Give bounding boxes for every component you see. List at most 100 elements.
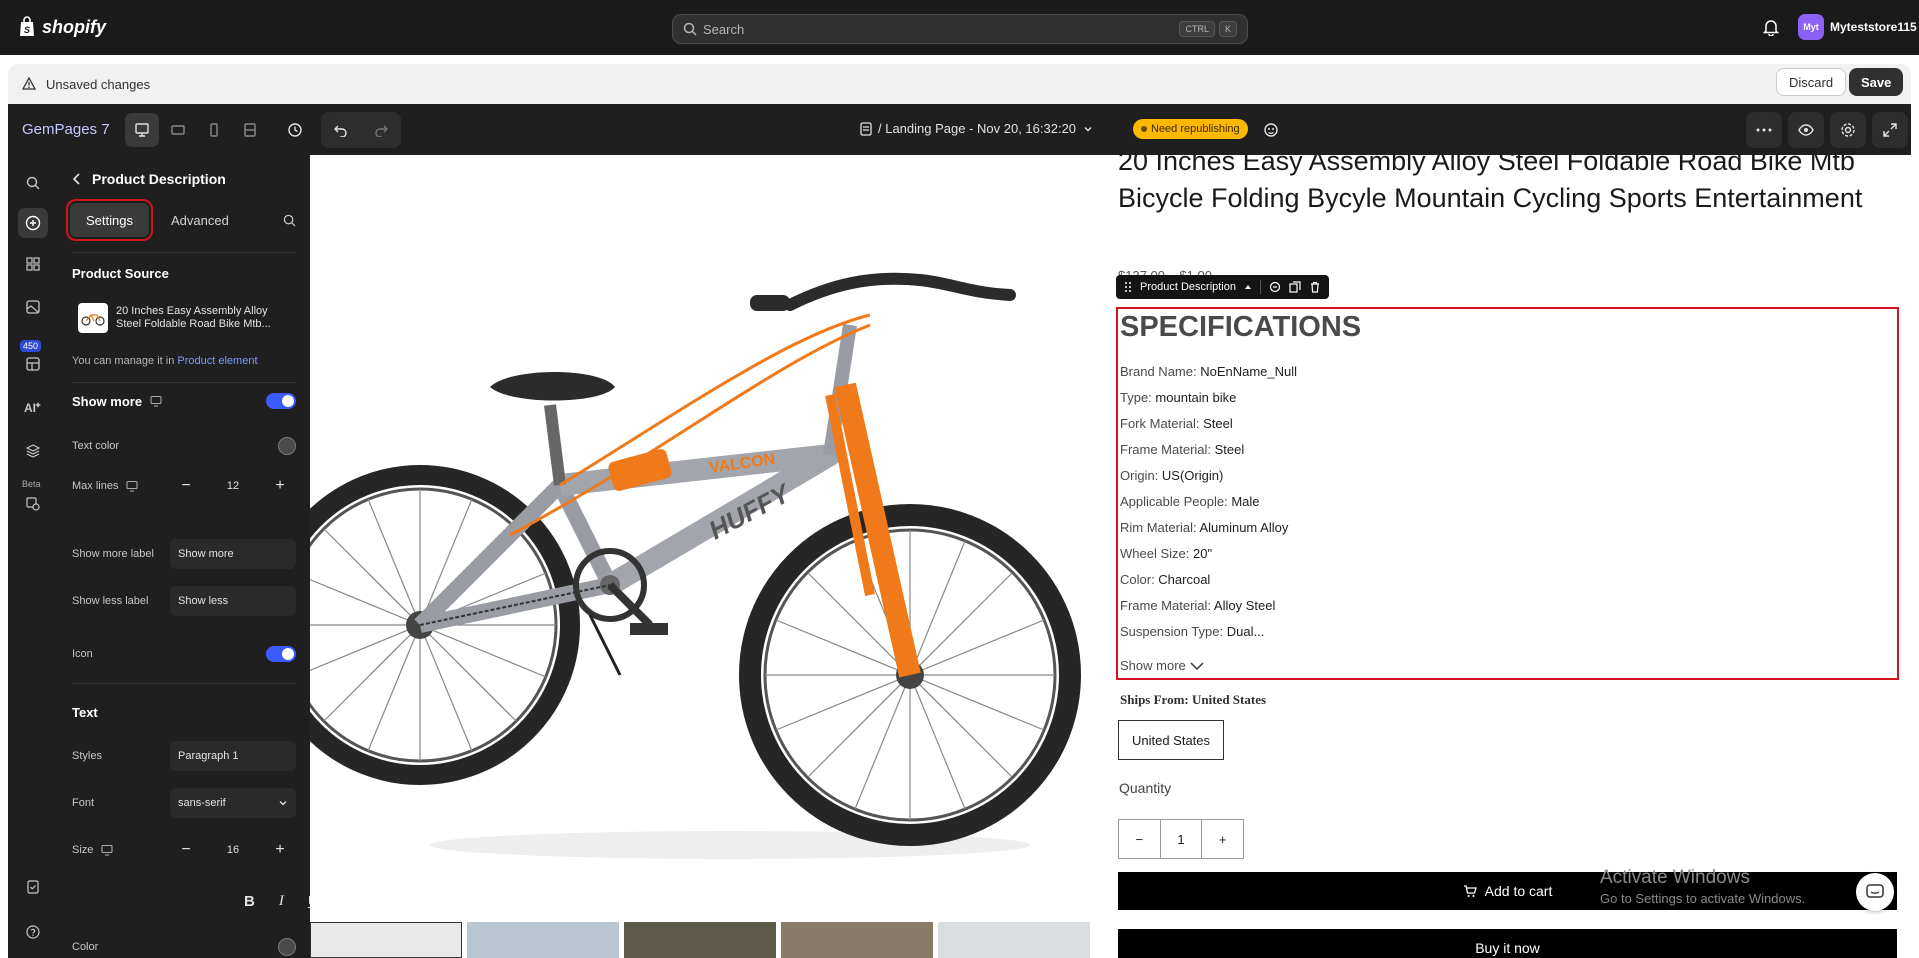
show-more-label-row: Show more label Show more [72,539,296,569]
sections-icon[interactable] [21,352,45,376]
styles-select[interactable]: Paragraph 1 [170,741,296,771]
product-description-block[interactable]: SPECIFICATIONS Brand Name: NoEnName_Null… [1116,307,1899,680]
store-menu[interactable]: Myt Myteststore115 [1798,14,1917,40]
icon-row: Icon [72,642,296,666]
quantity-input[interactable]: 1 [1159,820,1203,858]
italic-button[interactable]: I [279,893,284,910]
chat-support-icon[interactable] [1856,873,1894,911]
panel-search-icon[interactable] [283,214,296,227]
apps-grid-icon[interactable] [21,252,45,276]
tab-settings[interactable]: Settings [66,199,153,241]
text-color-label: Text color [72,440,120,452]
panel-header: Product Description [72,171,226,187]
divider [72,382,296,383]
search-icon[interactable] [21,171,45,195]
max-lines-value[interactable]: 12 [227,480,239,492]
mobile-view-icon[interactable] [197,113,231,147]
undo-icon[interactable] [321,112,361,148]
checklist-icon[interactable] [21,875,45,899]
chevron-down-icon [1084,126,1092,131]
spec-item: Applicable People: Male [1120,494,1260,509]
shopify-topbar: S shopify Search CTRL K Myt Myteststore1… [0,0,1919,55]
add-element-icon[interactable] [18,208,48,238]
preview-eye-icon[interactable] [1788,112,1824,148]
buy-now-button[interactable]: Buy it now [1118,929,1897,958]
trash-icon[interactable] [1309,281,1321,293]
ai-edit-icon[interactable] [1269,281,1281,293]
show-more-label-input[interactable]: Show more [170,539,296,569]
font-row: Font sans-serif [72,788,296,818]
quantity-increment-button[interactable]: + [1202,820,1243,858]
size-decrement-button[interactable]: − [176,841,196,859]
show-more-link[interactable]: Show more [1120,658,1204,673]
show-less-label-label: Show less label [72,595,149,607]
svg-text:S: S [24,25,30,35]
product-thumbnail-strip [310,922,1090,958]
manage-hint: You can manage it in Product element [72,355,258,367]
notifications-bell-icon[interactable] [1763,18,1779,36]
global-search[interactable]: Search CTRL K [672,14,1248,44]
templates-icon[interactable] [21,295,45,319]
history-icon[interactable] [278,113,312,147]
bold-button[interactable]: B [244,893,255,910]
element-toolbar-label[interactable]: Product Description [1140,281,1236,293]
size-increment-button[interactable]: + [270,841,290,859]
show-less-label-input[interactable]: Show less [170,586,296,616]
panel-title: Product Description [92,171,226,187]
gallery-thumbnail[interactable] [781,922,933,958]
layout-view-icon[interactable] [233,113,267,147]
product-element-link[interactable]: Product element [177,355,257,367]
show-more-toggle[interactable] [266,393,296,409]
caret-up-icon[interactable] [1244,283,1252,291]
icon-toggle[interactable] [266,646,296,662]
size-stepper: − 16 + [170,835,296,865]
gempages-toolbar: GemPages 7 / Landing Page - Nov 20, 16:3… [8,104,1911,155]
help-icon[interactable] [21,920,45,944]
redo-icon[interactable] [361,112,401,148]
gallery-thumbnail[interactable] [467,922,619,958]
ai-assistant-icon[interactable] [1254,113,1288,147]
store-avatar: Myt [1798,14,1824,40]
warning-icon [22,77,36,90]
gallery-thumbnail[interactable] [938,922,1090,958]
add-to-cart-label: Add to cart [1484,883,1553,899]
fullscreen-expand-icon[interactable] [1872,112,1908,148]
font-select[interactable]: sans-serif [170,788,296,818]
drag-handle-icon[interactable] [1124,281,1132,293]
styles-row: Styles Paragraph 1 [72,741,296,771]
settings-gear-icon[interactable] [1830,112,1866,148]
spec-item: Frame Material: Steel [1120,442,1245,457]
shopify-logo[interactable]: S shopify [18,16,106,38]
text-color-swatch[interactable] [278,437,296,455]
size-value[interactable]: 16 [227,844,239,856]
specifications-list: Brand Name: NoEnName_Null Type: mountain… [1120,359,1297,645]
max-lines-decrement-button[interactable]: − [176,477,196,495]
ai-icon[interactable]: AI [21,395,45,419]
app-title[interactable]: GemPages 7 [22,121,110,138]
tab-advanced[interactable]: Advanced [155,203,245,237]
country-option-button[interactable]: United States [1118,720,1224,760]
back-chevron-icon[interactable] [72,173,82,185]
editor-icon-rail: 450 AI Beta [8,155,58,958]
max-lines-row: Max lines − 12 + [72,471,296,501]
layers-icon[interactable] [21,439,45,463]
product-image[interactable]: VALCON HUFFY [310,155,1092,895]
more-options-icon[interactable] [1746,112,1782,148]
max-lines-label: Max lines [72,480,119,492]
tablet-landscape-view-icon[interactable] [161,113,195,147]
save-button[interactable]: Save [1849,68,1904,96]
page-icon [860,121,872,136]
discard-button[interactable]: Discard [1776,68,1847,96]
max-lines-increment-button[interactable]: + [270,477,290,495]
spec-item: Type: mountain bike [1120,390,1237,405]
quantity-decrement-button[interactable]: − [1119,820,1160,858]
gallery-thumbnail[interactable] [310,922,462,958]
page-selector[interactable]: / Landing Page - Nov 20, 16:32:20 [860,121,1094,136]
beta-feature-icon[interactable] [21,492,45,516]
desktop-view-icon[interactable] [125,113,159,147]
divider [72,683,296,684]
text-color-swatch[interactable] [278,938,296,956]
gallery-thumbnail[interactable] [624,922,776,958]
duplicate-icon[interactable] [1289,281,1301,293]
product-source-picker[interactable]: 20 Inches Easy Assembly Alloy Steel Fold… [78,303,286,333]
